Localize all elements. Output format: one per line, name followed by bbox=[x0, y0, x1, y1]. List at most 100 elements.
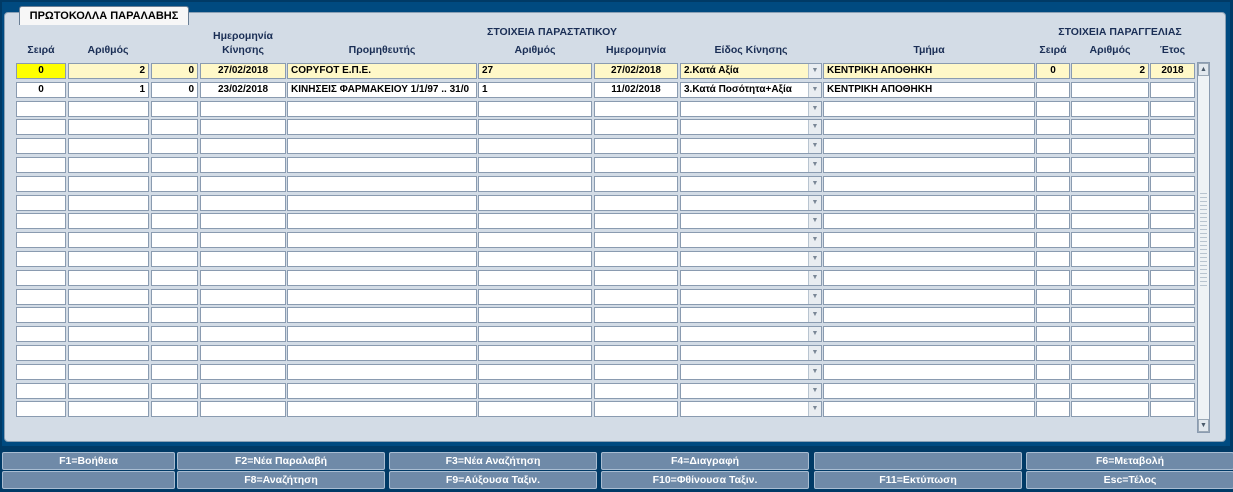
cell-kodikos[interactable] bbox=[151, 119, 198, 136]
cell-ord-seira[interactable] bbox=[1036, 175, 1070, 192]
chevron-down-icon[interactable]: ▼ bbox=[808, 82, 821, 97]
cell-ord-arithmos[interactable] bbox=[1071, 251, 1149, 267]
cell-hmer-kinisis[interactable] bbox=[200, 100, 286, 117]
fkey-button-1-6[interactable]: F6=Μεταβολή bbox=[1026, 452, 1233, 470]
cell-kodikos[interactable] bbox=[151, 326, 198, 343]
cell-seira[interactable] bbox=[16, 307, 66, 324]
cell-tmima[interactable] bbox=[823, 213, 1035, 230]
cell-doc-arithmos[interactable] bbox=[478, 194, 592, 211]
cell-promitheftis[interactable]: ΚΙΝΗΣΕΙΣ ΦΑΡΜΑΚΕΙΟΥ 1/1/97 .. 31/0 bbox=[287, 81, 477, 98]
cell-ord-etos[interactable] bbox=[1150, 213, 1195, 230]
chevron-down-icon[interactable]: ▼ bbox=[808, 176, 821, 191]
fkey-button-2-1[interactable] bbox=[2, 471, 175, 489]
cell-eidos-kinisis[interactable]: ▼ bbox=[680, 119, 822, 136]
cell-kodikos[interactable] bbox=[151, 401, 198, 418]
cell-ord-etos[interactable]: 2018 bbox=[1150, 63, 1195, 79]
fkey-button-2-6[interactable]: Esc=Τέλος bbox=[1026, 471, 1233, 489]
cell-hmer-kinisis[interactable] bbox=[200, 232, 286, 249]
cell-hmer-kinisis[interactable] bbox=[200, 194, 286, 211]
cell-ord-etos[interactable] bbox=[1150, 401, 1195, 418]
cell-tmima[interactable] bbox=[823, 269, 1035, 286]
cell-ord-arithmos[interactable] bbox=[1071, 401, 1149, 418]
chevron-down-icon[interactable]: ▼ bbox=[808, 64, 821, 78]
cell-seira[interactable] bbox=[16, 213, 66, 230]
cell-doc-arithmos[interactable] bbox=[478, 401, 592, 418]
cell-tmima[interactable] bbox=[823, 157, 1035, 173]
chevron-down-icon[interactable]: ▼ bbox=[808, 346, 821, 360]
cell-kodikos[interactable] bbox=[151, 157, 198, 173]
cell-promitheftis[interactable] bbox=[287, 119, 477, 136]
chevron-down-icon[interactable]: ▼ bbox=[808, 195, 821, 210]
cell-ord-arithmos[interactable] bbox=[1071, 138, 1149, 155]
cell-promitheftis[interactable] bbox=[287, 269, 477, 286]
cell-ord-arithmos[interactable] bbox=[1071, 288, 1149, 305]
cell-seira[interactable] bbox=[16, 269, 66, 286]
cell-eidos-kinisis[interactable]: ▼ bbox=[680, 269, 822, 286]
cell-ord-seira[interactable] bbox=[1036, 288, 1070, 305]
cell-arithmos[interactable] bbox=[68, 157, 149, 173]
cell-arithmos[interactable] bbox=[68, 194, 149, 211]
cell-ord-seira[interactable] bbox=[1036, 345, 1070, 361]
cell-doc-hmerominia[interactable] bbox=[594, 213, 678, 230]
cell-arithmos[interactable] bbox=[68, 401, 149, 418]
chevron-down-icon[interactable]: ▼ bbox=[808, 308, 821, 323]
cell-seira[interactable] bbox=[16, 157, 66, 173]
cell-eidos-kinisis[interactable]: ▼ bbox=[680, 363, 822, 380]
cell-arithmos[interactable] bbox=[68, 288, 149, 305]
cell-ord-etos[interactable] bbox=[1150, 326, 1195, 343]
cell-eidos-kinisis[interactable]: ▼ bbox=[680, 194, 822, 211]
cell-doc-arithmos[interactable] bbox=[478, 138, 592, 155]
cell-ord-seira[interactable] bbox=[1036, 363, 1070, 380]
cell-promitheftis[interactable] bbox=[287, 251, 477, 267]
cell-doc-hmerominia[interactable]: 11/02/2018 bbox=[594, 81, 678, 98]
fkey-button-1-4[interactable]: F4=Διαγραφή bbox=[601, 452, 809, 470]
fkey-button-1-2[interactable]: F2=Νέα Παραλαβή bbox=[177, 452, 385, 470]
cell-hmer-kinisis[interactable] bbox=[200, 307, 286, 324]
cell-ord-arithmos[interactable] bbox=[1071, 269, 1149, 286]
cell-kodikos[interactable] bbox=[151, 363, 198, 380]
cell-seira[interactable] bbox=[16, 345, 66, 361]
cell-tmima[interactable] bbox=[823, 119, 1035, 136]
cell-seira[interactable] bbox=[16, 232, 66, 249]
chevron-down-icon[interactable]: ▼ bbox=[808, 158, 821, 172]
chevron-down-icon[interactable]: ▼ bbox=[808, 101, 821, 116]
cell-doc-arithmos[interactable] bbox=[478, 269, 592, 286]
cell-ord-etos[interactable] bbox=[1150, 345, 1195, 361]
cell-ord-etos[interactable] bbox=[1150, 194, 1195, 211]
cell-ord-seira[interactable] bbox=[1036, 194, 1070, 211]
cell-tmima[interactable] bbox=[823, 288, 1035, 305]
chevron-down-icon[interactable]: ▼ bbox=[808, 289, 821, 304]
fkey-button-2-5[interactable]: F11=Εκτύπωση bbox=[814, 471, 1022, 489]
cell-doc-arithmos[interactable] bbox=[478, 175, 592, 192]
cell-ord-arithmos[interactable] bbox=[1071, 232, 1149, 249]
cell-ord-seira[interactable] bbox=[1036, 269, 1070, 286]
cell-kodikos[interactable] bbox=[151, 382, 198, 399]
cell-arithmos[interactable] bbox=[68, 232, 149, 249]
cell-arithmos[interactable] bbox=[68, 100, 149, 117]
cell-ord-seira[interactable] bbox=[1036, 307, 1070, 324]
cell-promitheftis[interactable] bbox=[287, 157, 477, 173]
cell-doc-hmerominia[interactable] bbox=[594, 119, 678, 136]
cell-doc-arithmos[interactable] bbox=[478, 100, 592, 117]
cell-seira[interactable] bbox=[16, 382, 66, 399]
cell-doc-hmerominia[interactable] bbox=[594, 363, 678, 380]
chevron-down-icon[interactable]: ▼ bbox=[808, 383, 821, 398]
cell-ord-seira[interactable] bbox=[1036, 138, 1070, 155]
cell-eidos-kinisis[interactable]: ▼ bbox=[680, 213, 822, 230]
cell-eidos-kinisis[interactable]: ▼ bbox=[680, 401, 822, 418]
cell-tmima[interactable] bbox=[823, 326, 1035, 343]
cell-arithmos[interactable] bbox=[68, 175, 149, 192]
cell-ord-arithmos[interactable] bbox=[1071, 119, 1149, 136]
cell-hmer-kinisis[interactable]: 27/02/2018 bbox=[200, 63, 286, 79]
cell-promitheftis[interactable] bbox=[287, 100, 477, 117]
cell-doc-arithmos[interactable] bbox=[478, 119, 592, 136]
cell-hmer-kinisis[interactable] bbox=[200, 251, 286, 267]
cell-doc-hmerominia[interactable] bbox=[594, 175, 678, 192]
cell-arithmos[interactable]: 2 bbox=[68, 63, 149, 79]
cell-seira[interactable] bbox=[16, 100, 66, 117]
cell-kodikos[interactable] bbox=[151, 213, 198, 230]
cell-ord-seira[interactable] bbox=[1036, 326, 1070, 343]
cell-ord-arithmos[interactable] bbox=[1071, 345, 1149, 361]
cell-doc-hmerominia[interactable] bbox=[594, 307, 678, 324]
cell-doc-arithmos[interactable] bbox=[478, 232, 592, 249]
